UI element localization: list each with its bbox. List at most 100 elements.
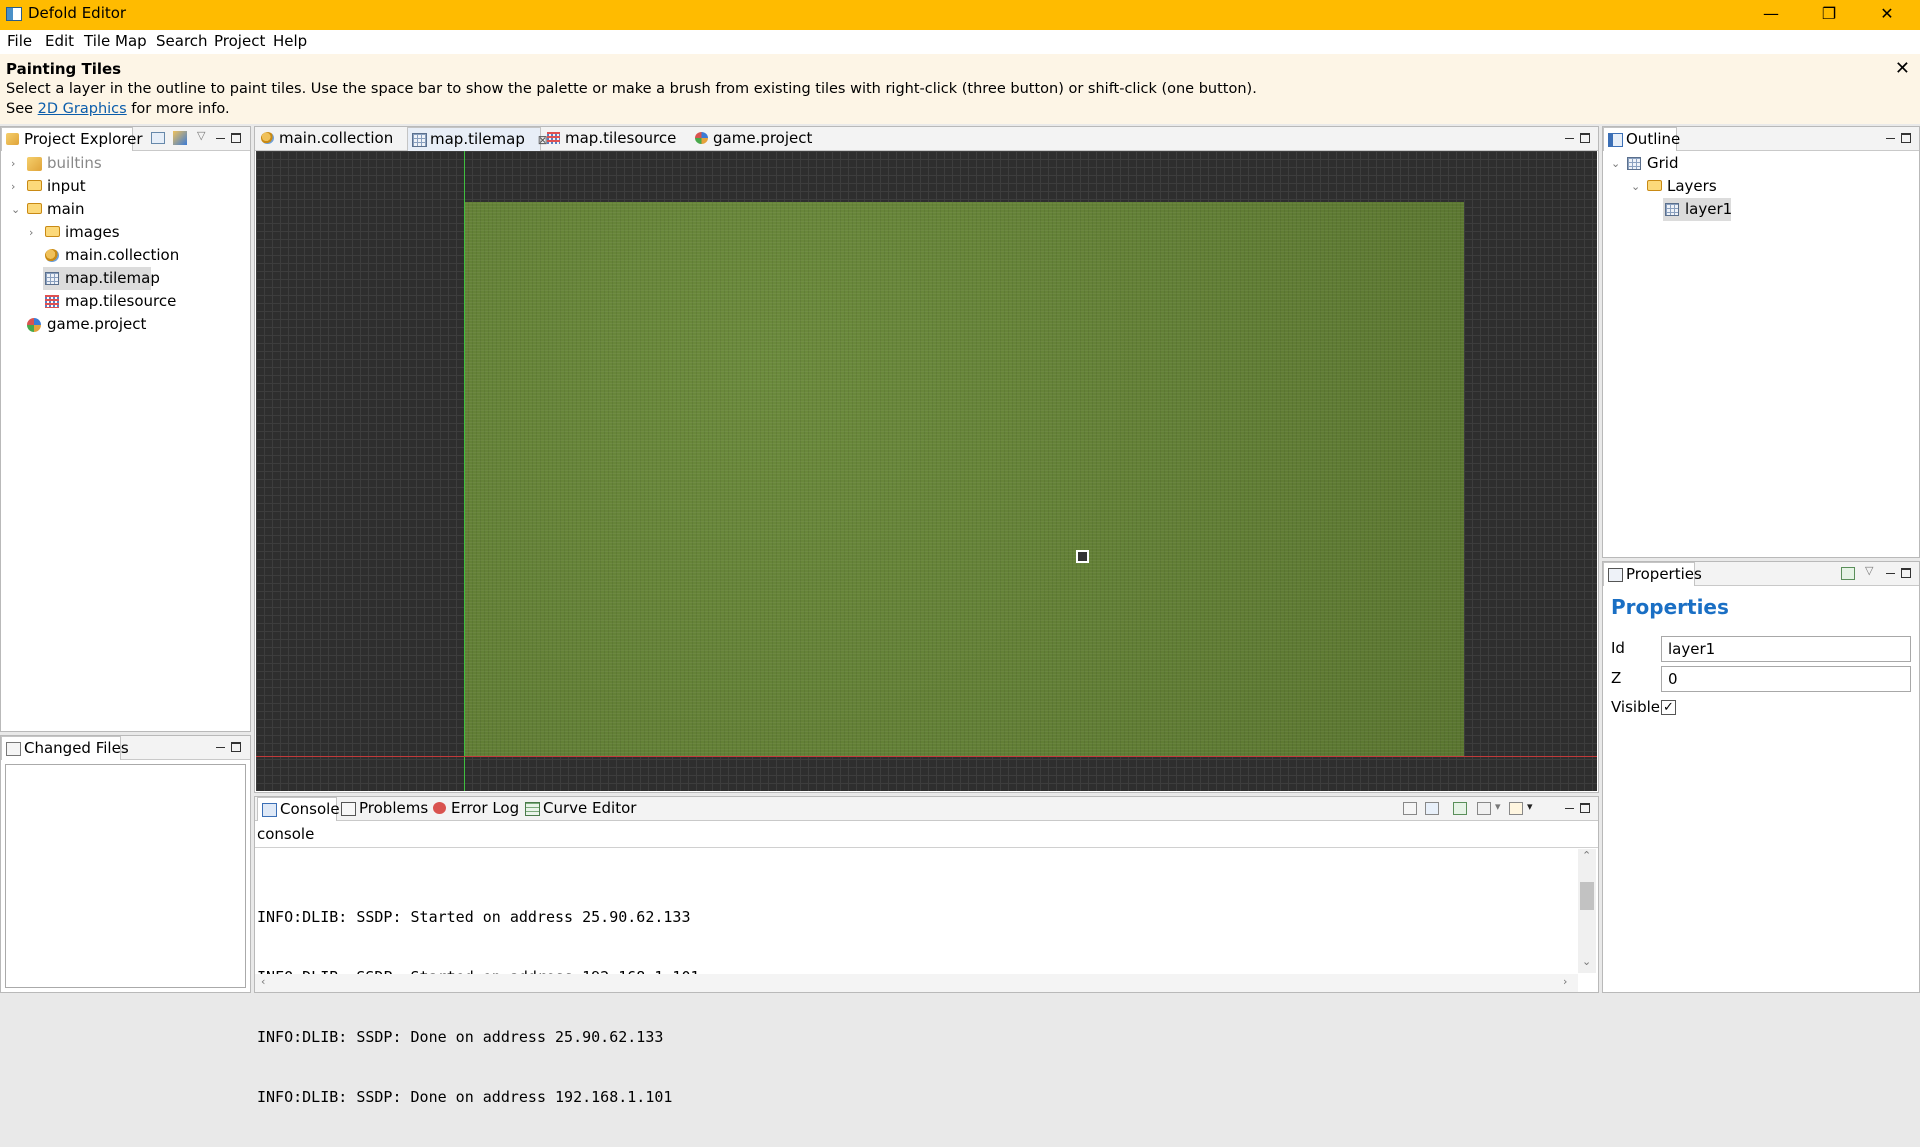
chevron-right-icon[interactable]: › (11, 152, 15, 175)
tab-map-tilemap[interactable]: map.tilemap ⊠ (407, 127, 548, 151)
tree-item-map-tilemap[interactable]: map.tilemap (43, 267, 160, 290)
tab-main-collection[interactable]: main.collection (257, 127, 407, 151)
changed-files-minmax[interactable] (216, 740, 241, 753)
outline-item-layers[interactable]: ⌄ Layers (1631, 175, 1911, 198)
chevron-down-icon[interactable]: ⌄ (11, 198, 20, 221)
tab-label: Error Log (451, 799, 520, 817)
console-output[interactable]: INFO:DLIB: SSDP: Started on address 25.9… (257, 867, 700, 1147)
tree-item-label: main (47, 200, 85, 218)
view-menu-chevron-icon[interactable]: ▽ (1865, 564, 1873, 577)
tree-item-images[interactable]: › images (29, 221, 241, 244)
scroll-right-icon[interactable]: › (1563, 975, 1567, 988)
console-line: INFO:DLIB: SSDP: Started on address 25.9… (257, 908, 691, 926)
display-console-dropdown-icon[interactable]: ▾ (1495, 800, 1501, 813)
menu-edit[interactable]: Edit (43, 32, 76, 50)
properties-icon (1608, 568, 1623, 582)
tab-problems[interactable]: Problems (337, 797, 429, 821)
info-banner: Painting Tiles Select a layer in the out… (0, 54, 1920, 124)
tab-label: game.project (713, 129, 813, 147)
tab-game-project[interactable]: game.project (691, 127, 827, 151)
console-horizontal-scrollbar[interactable]: ‹ › (255, 974, 1578, 992)
display-console-icon[interactable] (1477, 802, 1491, 815)
console-line: INFO:DLIB: SSDP: Done on address 25.90.6… (257, 1028, 664, 1046)
tree-item-main-collection[interactable]: main.collection (43, 244, 241, 267)
tree-item-main[interactable]: ⌄ main (11, 198, 241, 221)
menu-file[interactable]: File (5, 32, 34, 50)
z-field[interactable]: 0 (1661, 666, 1911, 692)
scroll-down-icon[interactable]: ⌄ (1582, 955, 1591, 968)
tab-properties[interactable]: Properties (1603, 562, 1702, 586)
project-explorer-panel: Project Explorer ▽ › builtins › input ⌄ … (0, 126, 251, 732)
menu-project[interactable]: Project (212, 32, 267, 50)
outline-minmax[interactable] (1886, 131, 1911, 144)
changed-files-list[interactable] (5, 764, 246, 988)
package-icon (27, 157, 42, 171)
chevron-down-icon[interactable]: ⌄ (1611, 152, 1620, 175)
chevron-down-icon[interactable]: ⌄ (1631, 175, 1640, 198)
project-settings-icon (695, 132, 708, 144)
tab-outline[interactable]: Outline (1603, 127, 1680, 151)
tab-label: map.tilemap (430, 130, 525, 148)
chevron-right-icon[interactable]: › (11, 175, 15, 198)
open-console-icon[interactable] (1509, 802, 1523, 815)
id-label: Id (1611, 639, 1625, 657)
tree-item-input[interactable]: › input (11, 175, 241, 198)
id-field[interactable]: layer1 (1661, 636, 1911, 662)
tree-item-game-project[interactable]: game.project (25, 313, 241, 336)
outline-item-grid[interactable]: ⌄ Grid (1611, 152, 1911, 175)
folder-icon (45, 226, 60, 237)
properties-minmax[interactable] (1886, 566, 1911, 579)
help-link-2d-graphics[interactable]: 2D Graphics (38, 101, 127, 117)
clear-console-icon[interactable] (1403, 802, 1417, 815)
explorer-minmax[interactable] (216, 131, 241, 144)
layer-icon (1665, 203, 1679, 216)
curve-editor-icon (525, 802, 540, 816)
tab-project-explorer[interactable]: Project Explorer (1, 127, 143, 151)
menu-tile-map[interactable]: Tile Map (82, 32, 149, 50)
problems-icon (341, 802, 356, 816)
collection-icon (45, 249, 59, 262)
open-console-dropdown-icon[interactable]: ▾ (1527, 800, 1533, 813)
properties-panel: Properties ▽ Properties Id layer1 Z 0 Vi… (1602, 561, 1920, 993)
console-panel: Console Problems Error Log Curve Editor … (254, 796, 1599, 1106)
tree-item-label: map.tilesource (65, 292, 177, 310)
tab-map-tilesource[interactable]: map.tilesource (543, 127, 691, 151)
outline-item-layer1[interactable]: layer1 (1663, 198, 1732, 221)
scroll-left-icon[interactable]: ‹ (261, 975, 265, 988)
tilemap-canvas[interactable] (256, 151, 1597, 791)
project-explorer-tabstrip: Project Explorer ▽ (1, 127, 250, 151)
tree-item-map-tilesource[interactable]: map.tilesource (43, 290, 241, 313)
project-explorer-icon (6, 133, 19, 145)
maximize-button[interactable]: ❐ (1800, 0, 1858, 30)
tab-console[interactable]: Console (257, 797, 340, 821)
properties-tabstrip: Properties ▽ (1603, 562, 1919, 586)
editor-tabstrip: main.collection map.tilemap ⊠ map.tileso… (255, 127, 1598, 151)
pin-console-icon[interactable] (1453, 802, 1467, 815)
console-vertical-scrollbar[interactable]: ⌃ ⌄ (1578, 849, 1596, 973)
grid-icon (1627, 157, 1641, 170)
tab-curve-editor[interactable]: Curve Editor (521, 797, 636, 821)
tab-changed-files[interactable]: Changed Files (1, 736, 129, 760)
chevron-right-icon[interactable]: › (29, 221, 33, 244)
menu-help[interactable]: Help (271, 32, 309, 50)
scrollbar-thumb[interactable] (1580, 882, 1594, 910)
collapse-all-icon[interactable] (151, 132, 165, 144)
scroll-up-icon[interactable]: ⌃ (1582, 849, 1591, 862)
minimize-button[interactable]: — (1742, 0, 1800, 30)
link-editor-icon[interactable] (173, 131, 187, 145)
menu-search[interactable]: Search (154, 32, 210, 50)
close-button[interactable]: ✕ (1858, 0, 1916, 30)
tilemap-layer-grass[interactable] (464, 202, 1464, 756)
console-minmax[interactable] (1565, 801, 1590, 814)
tree-item-builtins[interactable]: › builtins (11, 152, 241, 175)
banner-close-button[interactable]: ✕ (1895, 58, 1910, 79)
tab-label: map.tilesource (565, 129, 677, 147)
view-menu-chevron-icon[interactable]: ▽ (197, 129, 205, 142)
pin-properties-icon[interactable] (1841, 567, 1855, 580)
scroll-lock-icon[interactable] (1425, 802, 1439, 815)
window-title: Defold Editor (28, 4, 127, 22)
editor-minmax[interactable] (1565, 131, 1590, 144)
tab-error-log[interactable]: Error Log (429, 797, 521, 821)
visible-checkbox[interactable]: ✓ (1661, 700, 1676, 715)
banner-see-prefix: See (6, 101, 38, 117)
